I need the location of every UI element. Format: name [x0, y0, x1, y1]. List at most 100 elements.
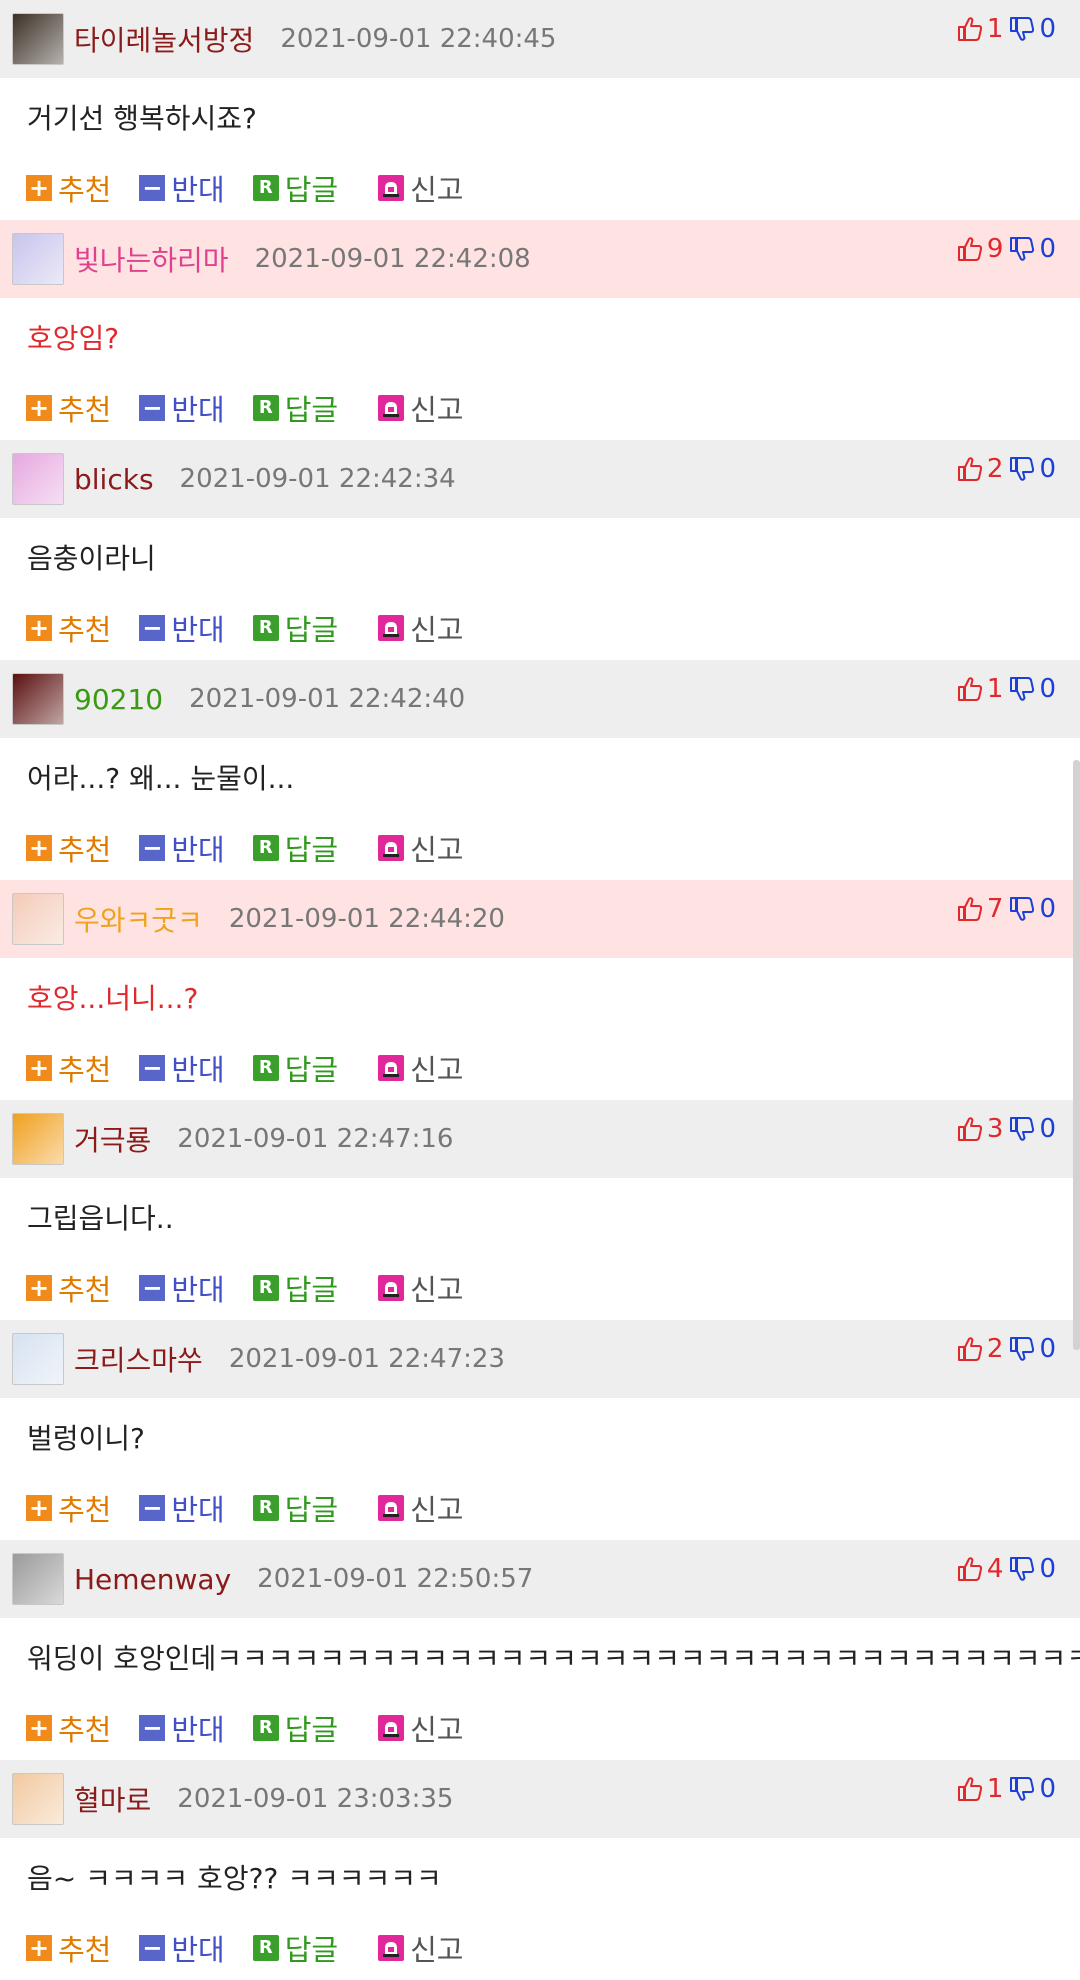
minus-icon: −	[139, 615, 166, 641]
comment-nickname[interactable]: 타이레놀서방정	[74, 19, 254, 59]
report-button[interactable]: 신고	[378, 387, 464, 429]
thumbs-down-icon[interactable]	[1009, 676, 1035, 702]
comment-nickname[interactable]: 우와ㅋ굿ㅋ	[74, 899, 203, 939]
pink-creature-avatar-icon[interactable]	[12, 453, 64, 505]
thumbs-down-icon[interactable]	[1009, 456, 1035, 482]
comment-timestamp: 2021-09-01 22:40:45	[280, 24, 557, 54]
thumbs-down-icon[interactable]	[1009, 1776, 1035, 1802]
pixel-man-avatar-icon[interactable]	[12, 1773, 64, 1825]
recommend-button[interactable]: + 추천	[26, 607, 111, 649]
thumbs-down-icon[interactable]	[1009, 1556, 1035, 1582]
comment-actions: + 추천 − 반대 R 답글 신고	[0, 816, 1080, 880]
thumbs-up-icon[interactable]	[957, 1556, 983, 1582]
thumbs-up-icon[interactable]	[957, 16, 983, 42]
report-button[interactable]: 신고	[378, 1047, 464, 1089]
thumbs-down-icon[interactable]	[1009, 1336, 1035, 1362]
recommend-button[interactable]: + 추천	[26, 1047, 111, 1089]
scrollbar[interactable]	[1073, 760, 1080, 1350]
downvote-count: 0	[1039, 1554, 1056, 1584]
oppose-label: 반대	[171, 1053, 225, 1087]
minus-icon: −	[139, 1055, 166, 1081]
oppose-label: 반대	[171, 1273, 225, 1307]
reply-button[interactable]: R 답글	[252, 387, 338, 429]
thumbs-up-icon[interactable]	[957, 1116, 983, 1142]
recommend-label: 추천	[58, 1273, 112, 1307]
siren-icon	[378, 835, 405, 861]
recommend-label: 추천	[58, 1713, 112, 1747]
siren-icon	[378, 1935, 405, 1961]
siren-icon	[378, 175, 405, 201]
lion-avatar-icon[interactable]	[12, 1113, 64, 1165]
reply-button[interactable]: R 답글	[252, 1487, 338, 1529]
report-button[interactable]: 신고	[378, 1267, 464, 1309]
reply-button[interactable]: R 답글	[252, 1047, 338, 1089]
oppose-button[interactable]: − 반대	[139, 387, 225, 429]
report-button[interactable]: 신고	[378, 1707, 464, 1749]
reply-button[interactable]: R 답글	[252, 827, 338, 869]
thumbs-down-icon[interactable]	[1009, 1116, 1035, 1142]
thumbs-up-icon[interactable]	[957, 676, 983, 702]
comment-text: 호앙...너니...?	[27, 982, 199, 1015]
comment-nickname[interactable]: 90210	[74, 683, 163, 716]
oppose-button[interactable]: − 반대	[139, 827, 225, 869]
recommend-button[interactable]: + 추천	[26, 1487, 111, 1529]
reply-button[interactable]: R 답글	[252, 1267, 338, 1309]
reply-button[interactable]: R 답글	[252, 607, 338, 649]
thumbs-up-icon[interactable]	[957, 456, 983, 482]
oppose-button[interactable]: − 반대	[139, 1487, 225, 1529]
comment-actions: + 추천 − 반대 R 답글 신고	[0, 1916, 1080, 1980]
oppose-label: 반대	[171, 1713, 225, 1747]
recommend-button[interactable]: + 추천	[26, 1927, 111, 1969]
recommend-button[interactable]: + 추천	[26, 827, 111, 869]
oppose-button[interactable]: − 반대	[139, 607, 225, 649]
comment-nickname[interactable]: 크리스마쑤	[74, 1339, 203, 1379]
tree-avatar-icon[interactable]	[12, 1333, 64, 1385]
reply-button[interactable]: R 답글	[252, 167, 338, 209]
downvote-count: 0	[1039, 234, 1056, 264]
reply-button[interactable]: R 답글	[252, 1927, 338, 1969]
comment-nickname[interactable]: Hemenway	[74, 1563, 231, 1596]
comment-text: 호앙임?	[27, 322, 120, 355]
siren-icon	[378, 1055, 405, 1081]
report-label: 신고	[410, 1933, 464, 1967]
thumbs-up-icon[interactable]	[957, 236, 983, 262]
report-button[interactable]: 신고	[378, 1487, 464, 1529]
thumbs-down-icon[interactable]	[1009, 16, 1035, 42]
report-button[interactable]: 신고	[378, 167, 464, 209]
comment-timestamp: 2021-09-01 22:50:57	[257, 1564, 534, 1594]
hell-avatar-icon[interactable]	[12, 673, 64, 725]
comment-item: 타이레놀서방정 2021-09-01 22:40:45 1 0 거기선 행복하시…	[0, 0, 1080, 220]
recommend-button[interactable]: + 추천	[26, 1267, 111, 1309]
report-button[interactable]: 신고	[378, 1927, 464, 1969]
oppose-button[interactable]: − 반대	[139, 1267, 225, 1309]
thumbs-up-icon[interactable]	[957, 1776, 983, 1802]
recommend-button[interactable]: + 추천	[26, 1707, 111, 1749]
reply-button[interactable]: R 답글	[252, 1707, 338, 1749]
comment-timestamp: 2021-09-01 22:47:16	[177, 1124, 454, 1154]
comment-timestamp: 2021-09-01 22:42:08	[254, 244, 531, 274]
oppose-label: 반대	[171, 1493, 225, 1527]
thumbs-down-icon[interactable]	[1009, 896, 1035, 922]
thumbs-down-icon[interactable]	[1009, 236, 1035, 262]
anime-avatar-icon[interactable]	[12, 233, 64, 285]
thumbs-up-icon[interactable]	[957, 896, 983, 922]
comment-nickname[interactable]: 거극룡	[74, 1119, 151, 1159]
comment-nickname[interactable]: 혈마로	[74, 1779, 151, 1819]
siren-icon	[378, 395, 405, 421]
recommend-button[interactable]: + 추천	[26, 387, 111, 429]
oppose-button[interactable]: − 반대	[139, 1047, 225, 1089]
thumbs-up-icon[interactable]	[957, 1336, 983, 1362]
oppose-button[interactable]: − 반대	[139, 167, 225, 209]
oppose-button[interactable]: − 반대	[139, 1707, 225, 1749]
face-avatar-icon[interactable]	[12, 13, 64, 65]
girl-avatar-icon[interactable]	[12, 893, 64, 945]
reply-r-icon: R	[252, 1715, 279, 1741]
comment-nickname[interactable]: blicks	[74, 463, 154, 496]
report-button[interactable]: 신고	[378, 827, 464, 869]
comment-nickname[interactable]: 빛나는하리마	[74, 239, 229, 279]
report-button[interactable]: 신고	[378, 607, 464, 649]
report-label: 신고	[410, 393, 464, 427]
recommend-button[interactable]: + 추천	[26, 167, 111, 209]
v-avatar-icon[interactable]	[12, 1553, 64, 1605]
oppose-button[interactable]: − 반대	[139, 1927, 225, 1969]
